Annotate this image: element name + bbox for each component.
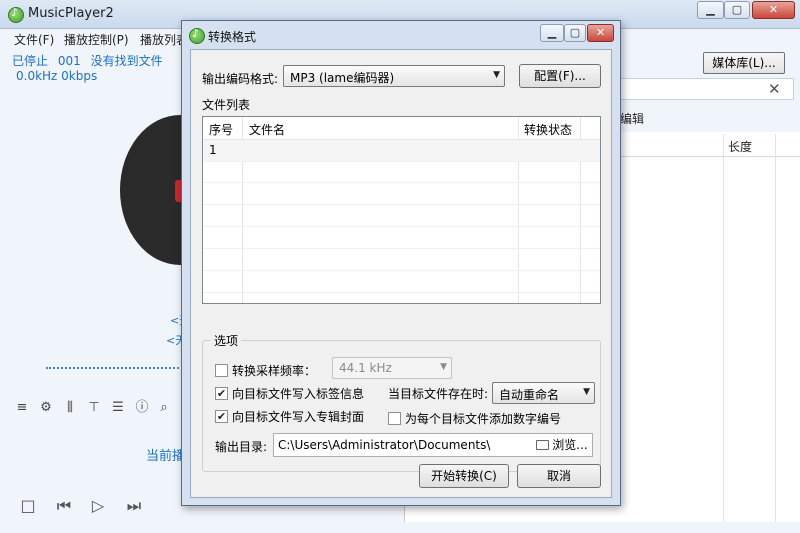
column-index[interactable]: 序号 (209, 121, 233, 138)
add-number-label: 为每个目标文件添加数字编号 (405, 412, 562, 426)
browse-button[interactable]: 浏览... (532, 434, 592, 456)
chevron-down-icon: ▼ (493, 70, 500, 80)
skin-icon[interactable]: ⊤ (86, 400, 102, 416)
resample-label: 转换采样频率： (232, 364, 317, 378)
edit-label[interactable]: 编辑 (620, 110, 644, 127)
menu-icon[interactable]: ☰ (110, 400, 126, 416)
output-dir-field[interactable]: C:\Users\Administrator\Documents\ 浏览... (273, 433, 593, 457)
media-library-button[interactable]: 媒体库(L)... (703, 52, 785, 74)
dialog-title: 转换格式 (208, 30, 257, 44)
dialog-close-button[interactable]: ✕ (587, 24, 614, 42)
output-dir-label: 输出目录: (215, 440, 268, 454)
dialog-minimize-button[interactable]: ▁ (540, 24, 564, 42)
chevron-down-icon: ▼ (440, 362, 447, 372)
encoder-select[interactable]: MP3 (lame编码器) ▼ (283, 65, 505, 87)
cancel-button[interactable]: 取消 (517, 464, 601, 488)
table-row[interactable]: 1 (203, 140, 600, 161)
dialog-maximize-button[interactable]: ▢ (564, 24, 586, 42)
folder-icon (536, 440, 550, 450)
config-button[interactable]: 配置(F)... (519, 64, 601, 88)
play-icon[interactable]: ▷ (88, 496, 108, 516)
length-column-header[interactable]: 长度 (728, 138, 752, 155)
file-list-label: 文件列表 (202, 98, 251, 112)
close-button[interactable]: ✕ (752, 1, 795, 19)
equalizer-icon[interactable]: ≡ (14, 400, 30, 416)
status-track-number: 001 (57, 54, 81, 68)
dialog-titlebar: 转换格式 ▁ ▢ ✕ (182, 21, 620, 49)
main-window-title: MusicPlayer2 (28, 6, 114, 21)
mixer-icon[interactable]: ⫼ (62, 400, 78, 416)
status-message: 没有找到文件 (90, 54, 163, 68)
app-icon (8, 6, 24, 23)
status-state: 已停止 (12, 54, 49, 68)
next-icon[interactable]: ⏭ (124, 496, 144, 516)
column-status[interactable]: 转换状态 (524, 121, 572, 138)
options-title: 选项 (211, 332, 242, 349)
exists-action-value: 自动重命名 (499, 388, 560, 402)
info-icon[interactable]: ⓘ (134, 400, 150, 416)
exists-action-select[interactable]: 自动重命名 ▼ (492, 382, 595, 404)
now-playing-label: 当前播 (146, 449, 186, 464)
audio-info: 0.0kHz 0kbps (16, 69, 98, 83)
write-cover-label: 向目标文件写入专辑封面 (232, 410, 365, 424)
write-tags-checkbox[interactable]: ✔ (215, 387, 228, 400)
column-filename[interactable]: 文件名 (249, 121, 285, 138)
menu-playback-control[interactable]: 播放控制(P) (64, 31, 129, 48)
write-tags-label: 向目标文件写入标签信息 (232, 387, 365, 401)
encoder-label: 输出编码格式: (202, 72, 279, 86)
settings-icon[interactable]: ⚙ (38, 400, 54, 416)
search-icon[interactable]: ⌕ (156, 400, 172, 416)
start-convert-button[interactable]: 开始转换(C) (419, 464, 509, 488)
resample-checkbox[interactable] (215, 364, 228, 377)
dialog-body: 输出编码格式: MP3 (lame编码器) ▼ 配置(F)... 文件列表 序号… (190, 49, 612, 498)
resample-select[interactable]: 44.1 kHz ▼ (332, 357, 452, 379)
resample-value: 44.1 kHz (339, 361, 392, 375)
browse-label: 浏览... (552, 438, 588, 452)
menu-file[interactable]: 文件(F) (14, 31, 54, 48)
convert-format-dialog: 转换格式 ▁ ▢ ✕ 输出编码格式: MP3 (lame编码器) ▼ 配置(F)… (181, 20, 621, 506)
file-list-table[interactable]: 序号 文件名 转换状态 1 (202, 116, 601, 304)
clear-search-icon[interactable]: ✕ (768, 80, 781, 98)
file-table-header: 序号 文件名 转换状态 (203, 117, 600, 140)
stop-icon[interactable]: □ (18, 496, 38, 516)
add-number-checkbox[interactable] (388, 412, 401, 425)
playback-status: 已停止 001 没有找到文件 (12, 52, 169, 69)
output-dir-value: C:\Users\Administrator\Documents\ (278, 438, 491, 452)
maximize-button[interactable]: ▢ (724, 1, 750, 19)
previous-icon[interactable]: ⏮ (54, 496, 74, 516)
minimize-button[interactable]: ▁ (697, 1, 724, 19)
chevron-down-icon: ▼ (583, 387, 590, 397)
row-index: 1 (209, 143, 217, 157)
app-icon (189, 27, 205, 44)
spectrum-visualizer (46, 367, 186, 369)
encoder-value: MP3 (lame编码器) (290, 71, 395, 85)
write-cover-checkbox[interactable]: ✔ (215, 410, 228, 423)
exists-label: 当目标文件存在时: (388, 387, 489, 401)
